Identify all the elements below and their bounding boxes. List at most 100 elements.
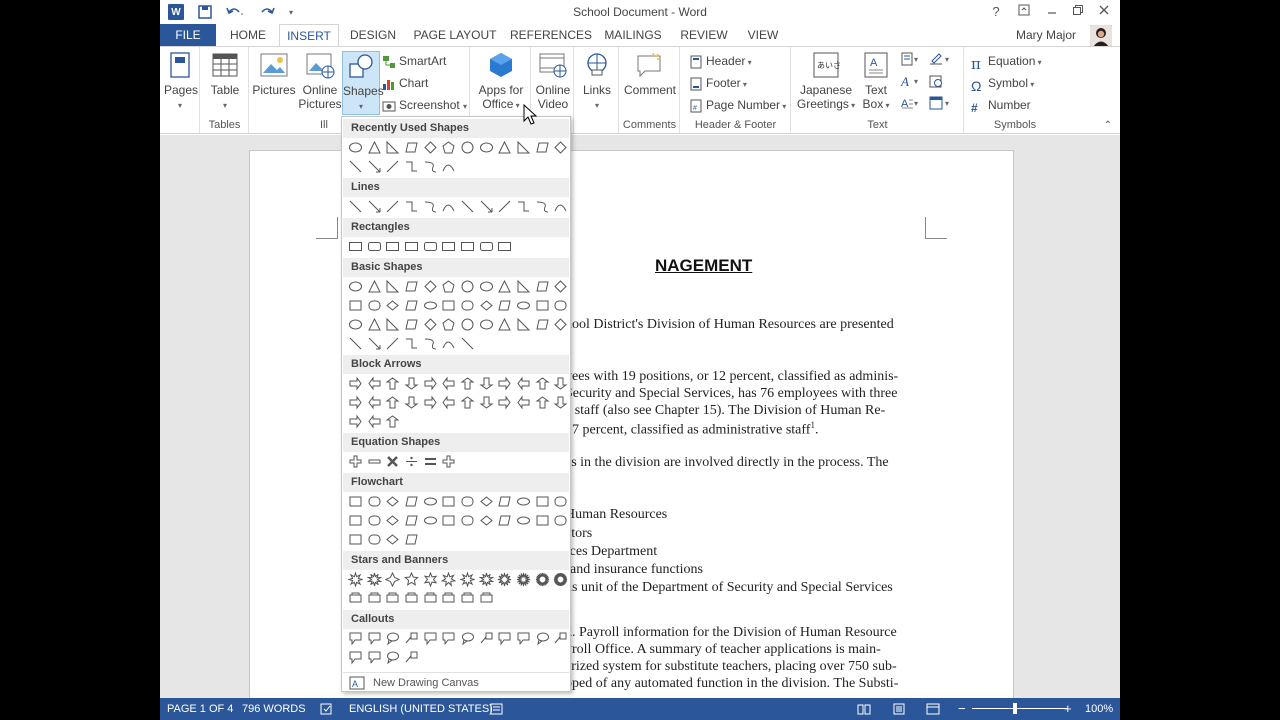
zoom-out-button[interactable]: − <box>958 701 966 716</box>
shape-option[interactable] <box>383 629 402 647</box>
document-area[interactable]: NAGEMENT hool District's Division of Hum… <box>160 135 1120 710</box>
shape-option[interactable] <box>458 570 477 588</box>
collapse-ribbon-icon[interactable]: ⌃ <box>1104 120 1112 131</box>
shape-option[interactable] <box>346 412 365 430</box>
shape-option[interactable] <box>496 138 515 156</box>
shape-option[interactable] <box>402 237 421 255</box>
shape-option[interactable] <box>421 138 440 156</box>
shape-option[interactable] <box>346 315 365 333</box>
shape-option[interactable] <box>402 138 421 156</box>
shape-option[interactable] <box>346 374 365 392</box>
shape-option[interactable] <box>458 237 477 255</box>
header-button[interactable]: Header ▾ <box>689 52 752 70</box>
shape-option[interactable] <box>383 530 402 548</box>
chart-button[interactable]: Chart <box>382 74 428 92</box>
shape-option[interactable] <box>383 315 402 333</box>
screenshot-button[interactable]: Screenshot ▾ <box>382 96 467 114</box>
pictures-button[interactable]: Pictures <box>252 51 296 97</box>
shape-option[interactable] <box>458 334 477 352</box>
shape-option[interactable] <box>477 237 496 255</box>
shape-option[interactable] <box>458 589 477 607</box>
shape-option[interactable] <box>458 197 477 215</box>
shape-option[interactable] <box>421 197 440 215</box>
shape-option[interactable] <box>346 334 365 352</box>
shape-option[interactable] <box>383 237 402 255</box>
shape-option[interactable] <box>365 589 384 607</box>
shape-option[interactable] <box>439 315 458 333</box>
shape-option[interactable] <box>421 315 440 333</box>
shape-option[interactable] <box>552 315 571 333</box>
shape-option[interactable] <box>402 157 421 175</box>
shape-option[interactable] <box>346 530 365 548</box>
shape-option[interactable] <box>496 374 515 392</box>
shape-option[interactable] <box>552 629 571 647</box>
shape-option[interactable] <box>402 492 421 510</box>
shape-option[interactable] <box>421 452 440 470</box>
shape-option[interactable] <box>533 492 552 510</box>
shape-option[interactable] <box>477 492 496 510</box>
shape-option[interactable] <box>514 629 533 647</box>
shape-option[interactable] <box>421 492 440 510</box>
shape-option[interactable] <box>346 296 365 314</box>
shape-option[interactable] <box>533 393 552 411</box>
shape-option[interactable] <box>552 277 571 295</box>
shape-option[interactable] <box>421 629 440 647</box>
shape-option[interactable] <box>346 237 365 255</box>
tab-view[interactable]: VIEW <box>742 24 784 46</box>
japanese-greetings-button[interactable]: あいさつ JapaneseGreetings ▾ <box>796 51 856 113</box>
shape-option[interactable] <box>458 296 477 314</box>
shape-option[interactable] <box>365 277 384 295</box>
shape-option[interactable] <box>365 296 384 314</box>
shape-option[interactable] <box>496 492 515 510</box>
proofing-icon[interactable] <box>320 703 334 718</box>
shape-option[interactable] <box>533 511 552 529</box>
shape-option[interactable] <box>383 138 402 156</box>
shape-option[interactable] <box>496 511 515 529</box>
shape-option[interactable] <box>514 197 533 215</box>
symbol-button[interactable]: Ω Symbol ▾ <box>971 74 1034 94</box>
shape-option[interactable] <box>514 277 533 295</box>
shape-option[interactable] <box>402 393 421 411</box>
shape-option[interactable] <box>383 648 402 666</box>
shape-option[interactable] <box>346 648 365 666</box>
shape-option[interactable] <box>439 296 458 314</box>
shape-option[interactable] <box>346 452 365 470</box>
shape-option[interactable] <box>346 277 365 295</box>
drop-cap-icon[interactable]: A ▾ <box>900 96 922 114</box>
shape-option[interactable] <box>514 296 533 314</box>
shape-option[interactable] <box>439 138 458 156</box>
page-count[interactable]: PAGE 1 OF 4 <box>167 703 233 715</box>
shape-option[interactable] <box>383 296 402 314</box>
tab-insert[interactable]: INSERT <box>279 24 339 47</box>
shape-option[interactable] <box>402 315 421 333</box>
shape-option[interactable] <box>496 197 515 215</box>
tab-mailings[interactable]: MAILINGS <box>602 24 664 46</box>
shape-option[interactable] <box>439 589 458 607</box>
shape-option[interactable] <box>533 374 552 392</box>
shape-option[interactable] <box>365 138 384 156</box>
shape-option[interactable] <box>365 334 384 352</box>
shape-option[interactable] <box>458 511 477 529</box>
page-number-button[interactable]: # Page Number ▾ <box>689 96 786 114</box>
shape-option[interactable] <box>346 157 365 175</box>
shape-option[interactable] <box>365 452 384 470</box>
shape-option[interactable] <box>514 511 533 529</box>
shape-option[interactable] <box>402 648 421 666</box>
shape-option[interactable] <box>477 374 496 392</box>
close-button[interactable] <box>1092 2 1116 22</box>
shape-option[interactable] <box>365 530 384 548</box>
shape-option[interactable] <box>496 393 515 411</box>
shape-option[interactable] <box>421 157 440 175</box>
zoom-level[interactable]: 100% <box>1085 703 1113 715</box>
equation-button[interactable]: π Equation ▾ <box>971 52 1042 73</box>
shapes-gallery-menu[interactable]: Recently Used Shapes Lines Rectangles Ba… <box>341 116 571 692</box>
shape-option[interactable] <box>383 197 402 215</box>
shape-option[interactable] <box>477 296 496 314</box>
shape-option[interactable] <box>458 315 477 333</box>
online-pictures-button[interactable]: Online Pictures <box>298 51 342 111</box>
shape-option[interactable] <box>383 393 402 411</box>
shape-option[interactable] <box>383 589 402 607</box>
shape-option[interactable] <box>346 629 365 647</box>
shape-option[interactable] <box>552 511 571 529</box>
shape-option[interactable] <box>383 452 402 470</box>
